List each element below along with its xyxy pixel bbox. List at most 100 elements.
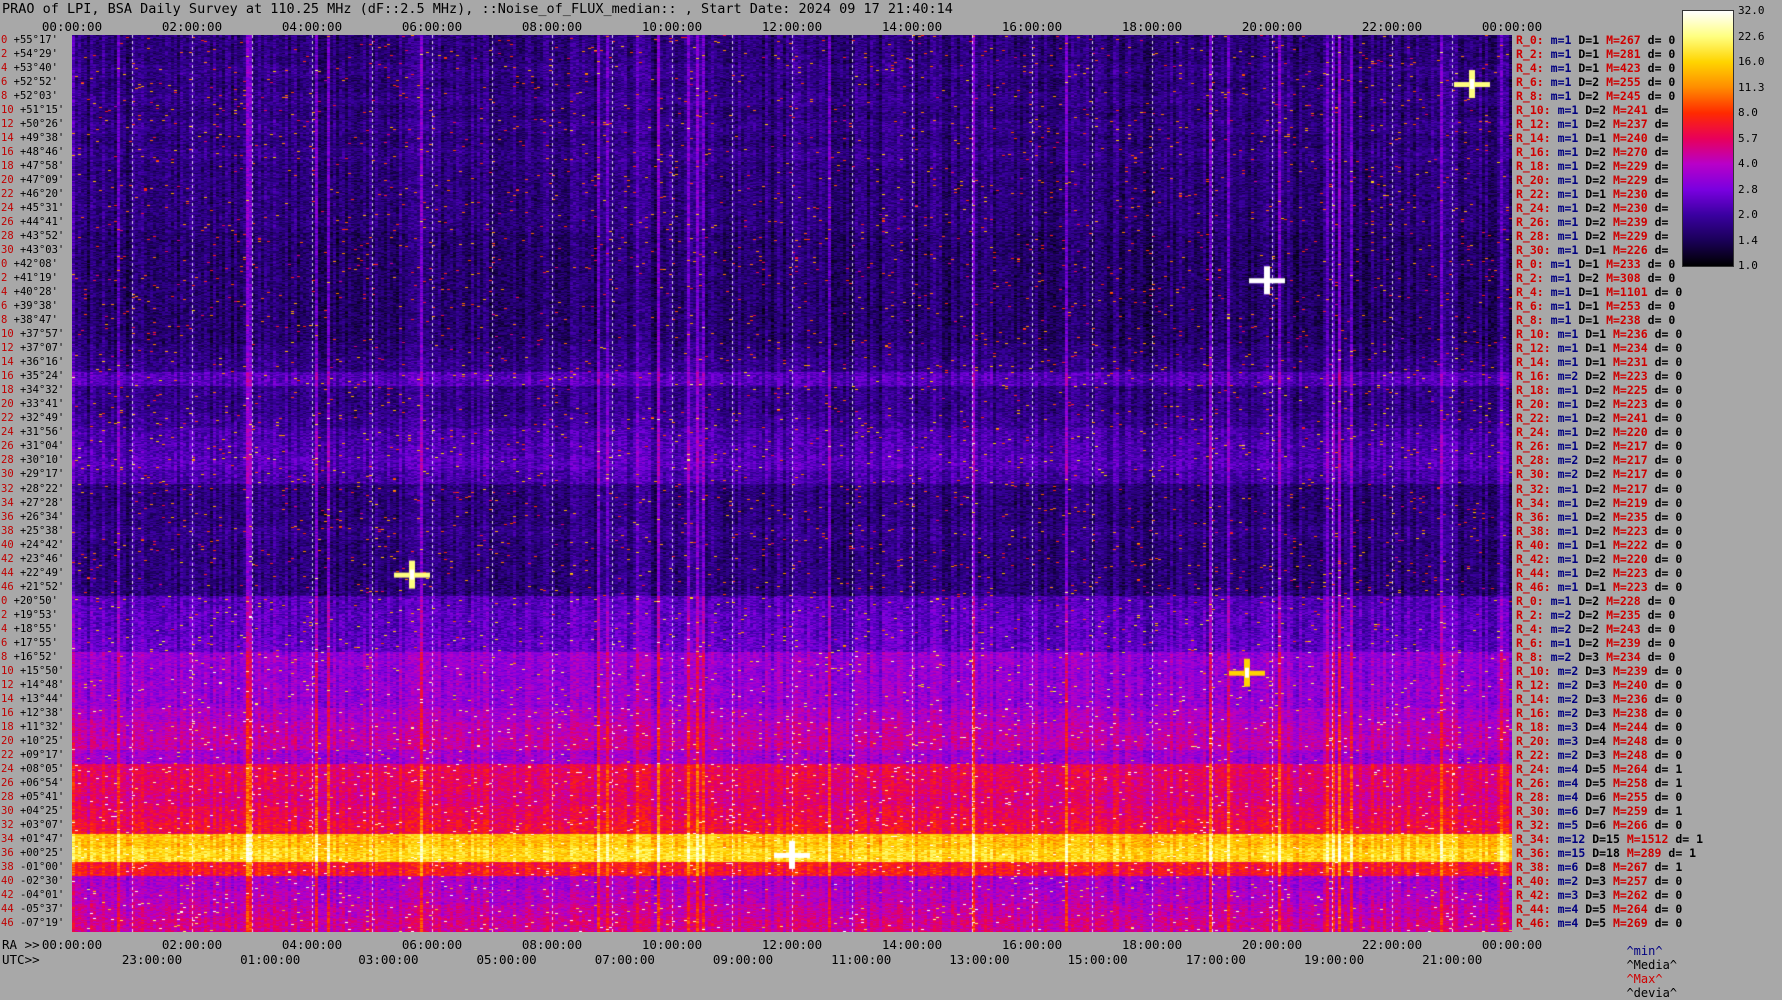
dec-value: +38°47' xyxy=(13,314,58,327)
stat-median: D=2 xyxy=(1585,103,1607,118)
stat-median: D=1 xyxy=(1585,187,1607,202)
stat-row: R_20: m=3 D=4 M=248 d= 0 xyxy=(1516,735,1682,747)
stat-row: R_24: m=1 D=2 M=230 d= xyxy=(1516,202,1668,214)
declination-label: 2 +19°53' xyxy=(1,609,58,621)
stat-median: D=2 xyxy=(1585,523,1607,538)
stat-dev: d= 1 xyxy=(1654,761,1683,776)
dec-index: 6 xyxy=(1,636,8,649)
stat-beam: R_30: xyxy=(1516,467,1551,482)
declination-label: 8 +16°52' xyxy=(1,651,58,663)
stat-dev: d= xyxy=(1654,159,1669,174)
stat-dev: d= 0 xyxy=(1647,593,1676,608)
stat-row: R_26: m=1 D=2 M=217 d= 0 xyxy=(1516,440,1682,452)
stat-dev: d= 0 xyxy=(1647,313,1676,328)
stat-min: m=1 xyxy=(1550,89,1572,104)
stat-beam: R_40: xyxy=(1516,873,1551,888)
dec-index: 20 xyxy=(1,398,14,411)
utc-tick: 19:00:00 xyxy=(1303,952,1365,967)
declination-label: 14 +36°16' xyxy=(1,356,64,368)
utc-tick: 23:00:00 xyxy=(121,952,183,967)
declination-label: 20 +47°09' xyxy=(1,174,64,186)
declination-label: 0 +20°50' xyxy=(1,595,58,607)
stat-row: R_0: m=1 D=1 M=267 d= 0 xyxy=(1516,34,1675,46)
stat-row: R_16: m=1 D=2 M=270 d= xyxy=(1516,146,1668,158)
dec-index: 0 xyxy=(1,258,8,271)
stat-max: M=235 xyxy=(1606,607,1641,622)
stat-max: M=289 xyxy=(1626,845,1662,860)
stat-beam: R_30: xyxy=(1516,243,1551,258)
utc-tick: 15:00:00 xyxy=(1067,952,1128,967)
declination-label: 24 +08°05' xyxy=(1,763,64,775)
dec-index: 2 xyxy=(1,48,8,61)
declination-label: 40 -02°30' xyxy=(1,875,64,887)
stat-dev: d= 0 xyxy=(1654,789,1683,804)
stat-row: R_22: m=1 D=2 M=241 d= 0 xyxy=(1516,412,1682,424)
declination-label: 22 +46°20' xyxy=(1,188,64,200)
stat-row: R_4: m=1 D=1 M=1101 d= 0 xyxy=(1516,286,1682,298)
stat-min: m=3 xyxy=(1557,887,1579,902)
stat-max: M=270 xyxy=(1613,145,1648,160)
stat-max: M=264 xyxy=(1613,761,1648,776)
ra-axis-label: RA >> xyxy=(2,937,40,952)
stat-dev: d= xyxy=(1654,243,1669,258)
dec-value: -01°00' xyxy=(19,860,65,873)
dec-value: +17°55' xyxy=(13,636,58,649)
declination-label: 10 +37°57' xyxy=(1,328,64,340)
dec-index: 8 xyxy=(1,90,8,103)
declination-label: 26 +06°54' xyxy=(1,777,64,789)
ra-bottom-tick: 16:00:00 xyxy=(1001,937,1063,952)
stat-min: m=2 xyxy=(1550,649,1572,664)
stat-min: m=1 xyxy=(1550,257,1572,272)
utc-tick: 13:00:00 xyxy=(949,952,1010,967)
stat-max: M=223 xyxy=(1613,523,1648,538)
stat-dev: d= xyxy=(1654,145,1669,160)
stat-min: m=1 xyxy=(1550,33,1572,47)
stat-min: m=1 xyxy=(1557,145,1579,160)
stat-row: R_16: m=2 D=2 M=223 d= 0 xyxy=(1516,370,1682,382)
stat-min: m=6 xyxy=(1557,803,1579,818)
stat-dev: d= 0 xyxy=(1654,285,1683,300)
stat-min: m=1 xyxy=(1550,299,1572,314)
stat-max: M=266 xyxy=(1613,817,1648,832)
stat-dev: d= 0 xyxy=(1654,719,1683,734)
stat-median: D=1 xyxy=(1585,537,1607,552)
dec-value: +04°25' xyxy=(19,804,65,817)
stat-max: M=255 xyxy=(1613,789,1648,804)
stat-beam: R_6: xyxy=(1516,75,1544,90)
stat-min: m=1 xyxy=(1550,635,1572,650)
declination-label: 36 +00°25' xyxy=(1,847,64,859)
dec-index: 26 xyxy=(1,216,14,229)
stat-beam: R_22: xyxy=(1516,411,1551,426)
declination-label: 12 +50°26' xyxy=(1,118,64,130)
heatmap-plot[interactable] xyxy=(72,35,1512,932)
stat-beam: R_28: xyxy=(1516,229,1551,244)
stat-max: M=257 xyxy=(1613,873,1648,888)
stat-median: D=2 xyxy=(1585,173,1607,188)
stat-dev: d= 0 xyxy=(1654,327,1683,342)
stat-max: M=223 xyxy=(1613,397,1648,412)
dec-index: 38 xyxy=(1,860,14,873)
dec-index: 0 xyxy=(1,594,8,607)
stat-max: M=234 xyxy=(1613,341,1648,356)
declination-label: 0 +42°08' xyxy=(1,258,58,270)
stat-min: m=4 xyxy=(1557,761,1579,776)
stat-beam: R_38: xyxy=(1516,523,1551,538)
declination-label: 42 -04°01' xyxy=(1,889,64,901)
ra-bottom-tick: 06:00:00 xyxy=(401,937,463,952)
stat-beam: R_0: xyxy=(1516,33,1544,47)
ra-bottom-tick: 14:00:00 xyxy=(881,937,943,952)
stat-min: m=3 xyxy=(1557,733,1579,748)
stat-min: m=1 xyxy=(1550,271,1572,286)
dec-value: +12°38' xyxy=(19,706,65,719)
declination-label: 12 +14°48' xyxy=(1,679,64,691)
stat-median: D=18 xyxy=(1592,845,1620,860)
stat-max: M=229 xyxy=(1613,159,1648,174)
declination-label: 28 +43°52' xyxy=(1,230,64,242)
dec-value: +51°15' xyxy=(19,104,65,117)
stat-row: R_18: m=1 D=2 M=229 d= xyxy=(1516,160,1668,172)
heatmap-canvas[interactable] xyxy=(72,35,1512,932)
stat-min: m=1 xyxy=(1550,313,1572,328)
utc-tick: 01:00:00 xyxy=(240,952,301,967)
ra-top-tick: 00:00:00 xyxy=(41,19,103,34)
stat-dev: d= 0 xyxy=(1654,369,1683,384)
